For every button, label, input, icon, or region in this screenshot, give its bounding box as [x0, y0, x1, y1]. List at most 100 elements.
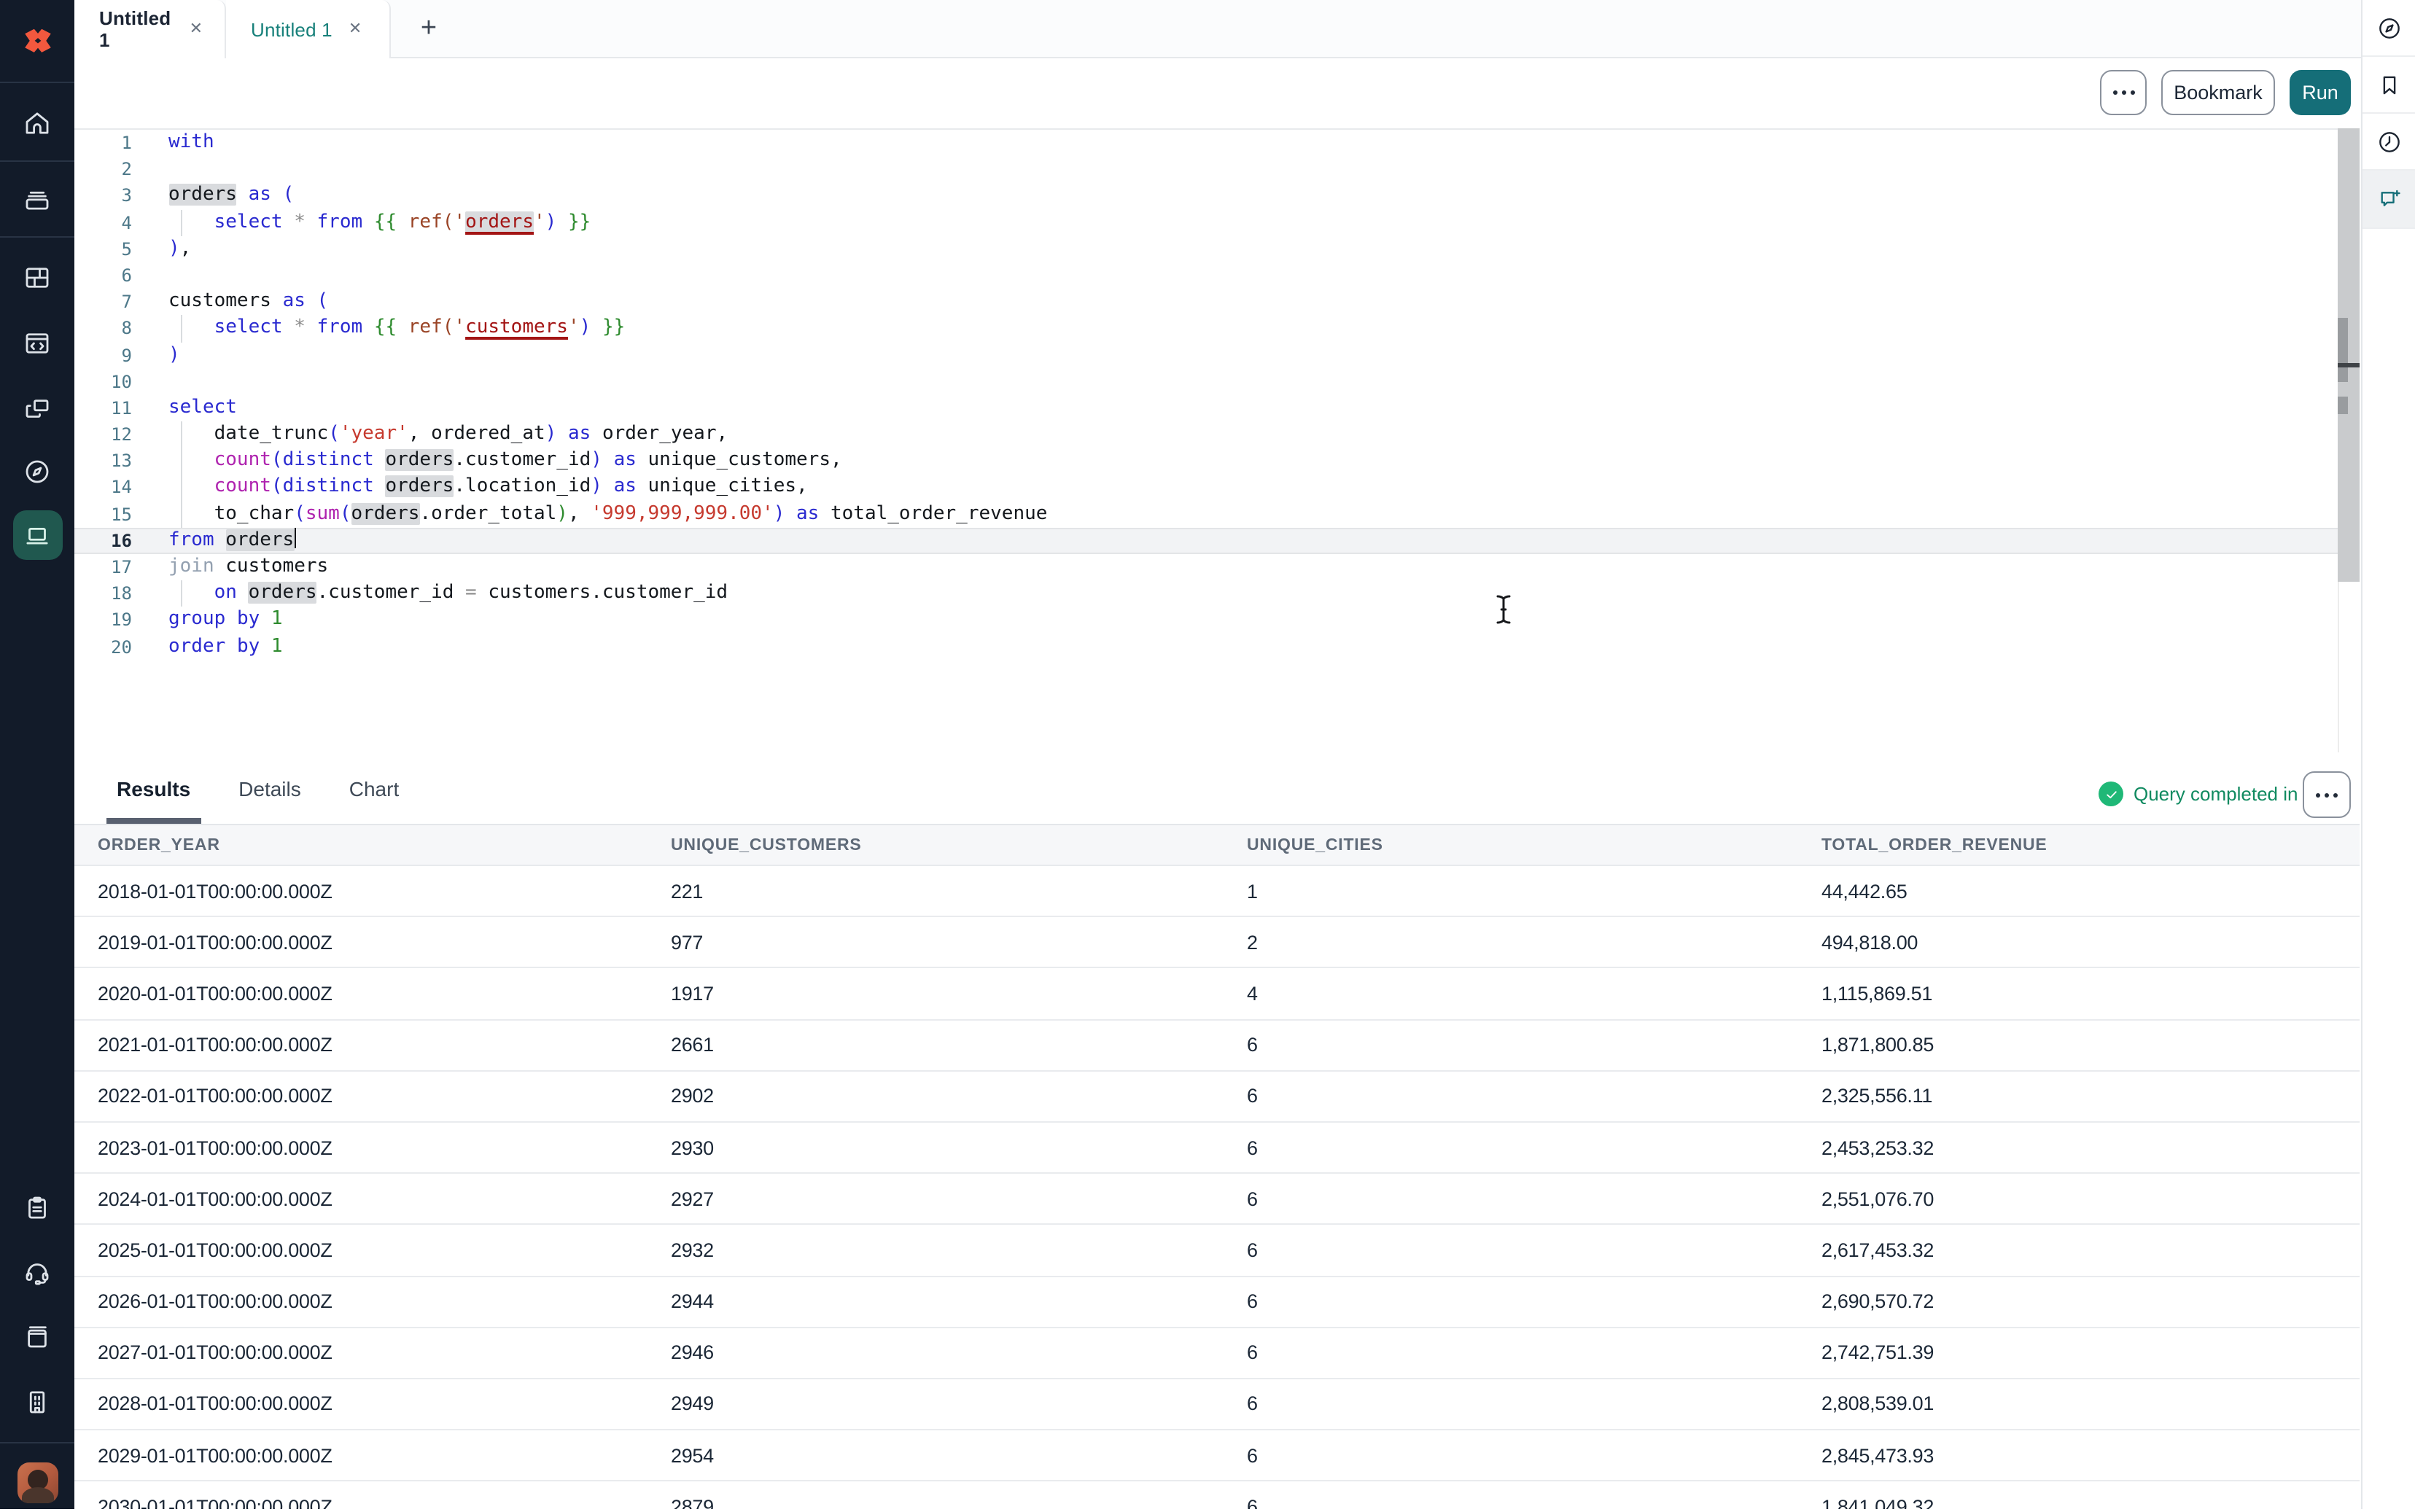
- projects-inbox-icon[interactable]: [0, 169, 74, 227]
- code-line-6[interactable]: 6: [74, 262, 2338, 289]
- table-cell: 2024-01-01T00:00:00.000Z: [74, 1188, 648, 1209]
- bookmark-button[interactable]: Bookmark: [2161, 70, 2275, 115]
- table-cell: 2661: [648, 1034, 1224, 1056]
- run-button[interactable]: Run: [2290, 70, 2351, 115]
- line-number: 7: [74, 289, 132, 315]
- line-number: 13: [74, 448, 132, 475]
- line-number: 11: [74, 395, 132, 421]
- table-cell: 6: [1224, 1290, 1798, 1312]
- table-row[interactable]: 2026-01-01T00:00:00.000Z294462,690,570.7…: [74, 1277, 2360, 1328]
- column-header-order-year: ORDER_YEAR: [74, 836, 648, 854]
- sql-editor[interactable]: 1with23orders as (4 select * from {{ ref…: [74, 130, 2338, 752]
- code-line-11[interactable]: 11select: [74, 395, 2338, 421]
- hex-logo[interactable]: [0, 13, 74, 71]
- check-circle-icon: [2099, 782, 2123, 806]
- code-line-4[interactable]: 4 select * from {{ ref('orders') }}: [74, 209, 2338, 235]
- compass-icon[interactable]: [2362, 0, 2415, 57]
- table-cell: 1917: [648, 983, 1224, 1005]
- table-row[interactable]: 2028-01-01T00:00:00.000Z294962,808,539.0…: [74, 1379, 2360, 1430]
- right-sidebar: [2361, 0, 2415, 1509]
- code-line-8[interactable]: 8 select * from {{ ref('customers') }}: [74, 316, 2338, 342]
- new-tab-button[interactable]: +: [411, 12, 446, 47]
- code-line-16[interactable]: 16from orders: [74, 528, 2338, 554]
- line-number: 14: [74, 475, 132, 501]
- code-line-19[interactable]: 19group by 1: [74, 607, 2338, 634]
- code-line-15[interactable]: 15 to_char(sum(orders.order_total), '999…: [74, 501, 2338, 527]
- clipboard-icon[interactable]: [0, 1178, 74, 1236]
- code-line-14[interactable]: 14 count(distinct orders.location_id) as…: [74, 475, 2338, 501]
- run-label: Run: [2302, 82, 2338, 104]
- user-avatar[interactable]: [0, 1454, 74, 1512]
- table-row[interactable]: 2030-01-01T00:00:00.000Z287961,841,049.3…: [74, 1482, 2360, 1510]
- ai-chat-sparkle-icon[interactable]: [2362, 171, 2415, 229]
- compass-icon[interactable]: [0, 442, 74, 500]
- home-icon[interactable]: [0, 93, 74, 152]
- table-cell: 1,841,049.32: [1798, 1496, 2360, 1509]
- tab-chart[interactable]: Chart: [349, 752, 399, 824]
- table-row[interactable]: 2025-01-01T00:00:00.000Z293262,617,453.3…: [74, 1225, 2360, 1277]
- line-number: 15: [74, 501, 132, 527]
- code-line-9[interactable]: 9): [74, 342, 2338, 368]
- results-more-options-button[interactable]: [2303, 771, 2351, 818]
- editor-scrollbar-thumb[interactable]: [2338, 318, 2348, 382]
- results-tab-bar: Results Details Chart: [74, 752, 2360, 824]
- table-cell: 2879: [648, 1496, 1224, 1509]
- tab-details[interactable]: Details: [238, 752, 301, 824]
- table-cell: 4: [1224, 983, 1798, 1005]
- column-header-total-order-revenue: TOTAL_ORDER_REVENUE: [1798, 836, 2360, 854]
- tab-results[interactable]: Results: [117, 752, 190, 824]
- table-row[interactable]: 2019-01-01T00:00:00.000Z9772494,818.00: [74, 917, 2360, 968]
- line-number: 18: [74, 580, 132, 607]
- code-line-12[interactable]: 12 date_trunc('year', ordered_at) as ord…: [74, 421, 2338, 448]
- close-icon[interactable]: ✕: [187, 18, 206, 40]
- org-building-icon[interactable]: [0, 1372, 74, 1430]
- table-row[interactable]: 2023-01-01T00:00:00.000Z293062,453,253.3…: [74, 1123, 2360, 1174]
- cell-toolbar: Bookmark Run: [74, 58, 2361, 128]
- code-line-18[interactable]: 18 on orders.customer_id = customers.cus…: [74, 580, 2338, 607]
- table-row[interactable]: 2029-01-01T00:00:00.000Z295462,845,473.9…: [74, 1430, 2360, 1481]
- table-row[interactable]: 2024-01-01T00:00:00.000Z292762,551,076.7…: [74, 1174, 2360, 1225]
- code-line-13[interactable]: 13 count(distinct orders.customer_id) as…: [74, 448, 2338, 475]
- table-row[interactable]: 2018-01-01T00:00:00.000Z221144,442.65: [74, 866, 2360, 917]
- headset-support-icon[interactable]: [0, 1242, 74, 1301]
- line-number: 2: [74, 156, 132, 182]
- line-number: 20: [74, 634, 132, 660]
- code-window-icon[interactable]: [0, 313, 74, 372]
- close-icon[interactable]: ✕: [346, 18, 365, 40]
- table-cell: 2,551,076.70: [1798, 1188, 2360, 1209]
- code-line-7[interactable]: 7customers as (: [74, 289, 2338, 315]
- tab-label: Chart: [349, 776, 399, 800]
- table-cell: 2,325,556.11: [1798, 1086, 2360, 1107]
- tab-untitled-1[interactable]: Untitled 1 ✕: [74, 0, 226, 58]
- table-cell: 2026-01-01T00:00:00.000Z: [74, 1290, 648, 1312]
- table-row[interactable]: 2027-01-01T00:00:00.000Z294662,742,751.3…: [74, 1328, 2360, 1379]
- results-table: 2018-01-01T00:00:00.000Z221144,442.65201…: [74, 866, 2360, 1509]
- table-cell: 2020-01-01T00:00:00.000Z: [74, 983, 648, 1005]
- layout-grid-icon[interactable]: [0, 248, 74, 306]
- code-line-5[interactable]: 5),: [74, 236, 2338, 262]
- screens-icon[interactable]: [0, 379, 74, 437]
- table-cell: 6: [1224, 1239, 1798, 1261]
- line-number: 8: [74, 316, 132, 342]
- notebook-view-icon-active[interactable]: [0, 506, 74, 564]
- table-row[interactable]: 2021-01-01T00:00:00.000Z266161,871,800.8…: [74, 1020, 2360, 1071]
- table-row[interactable]: 2020-01-01T00:00:00.000Z191741,115,869.5…: [74, 969, 2360, 1020]
- code-line-20[interactable]: 20order by 1: [74, 634, 2338, 660]
- more-options-button[interactable]: [2100, 70, 2147, 115]
- scrollbar-cursor-marker: [2338, 363, 2360, 367]
- code-line-10[interactable]: 10: [74, 368, 2338, 394]
- code-line-17[interactable]: 17join customers: [74, 554, 2338, 580]
- code-line-1[interactable]: 1with: [74, 130, 2338, 156]
- code-line-3[interactable]: 3orders as (: [74, 183, 2338, 209]
- code-line-2[interactable]: 2: [74, 156, 2338, 182]
- docs-book-icon[interactable]: [0, 1306, 74, 1365]
- table-header: ORDER_YEAR UNIQUE_CUSTOMERS UNIQUE_CITIE…: [74, 824, 2360, 866]
- bookmark-icon[interactable]: [2362, 57, 2415, 114]
- history-clock-icon[interactable]: [2362, 114, 2415, 171]
- tab-untitled-2[interactable]: Untitled 1 ✕: [226, 0, 391, 58]
- table-row[interactable]: 2022-01-01T00:00:00.000Z290262,325,556.1…: [74, 1072, 2360, 1123]
- app-window: Untitled 1 ✕ Untitled 1 ✕ + Bookmark Run…: [0, 0, 2415, 1509]
- table-cell: 2027-01-01T00:00:00.000Z: [74, 1342, 648, 1364]
- table-cell: 2029-01-01T00:00:00.000Z: [74, 1444, 648, 1466]
- table-cell: 6: [1224, 1444, 1798, 1466]
